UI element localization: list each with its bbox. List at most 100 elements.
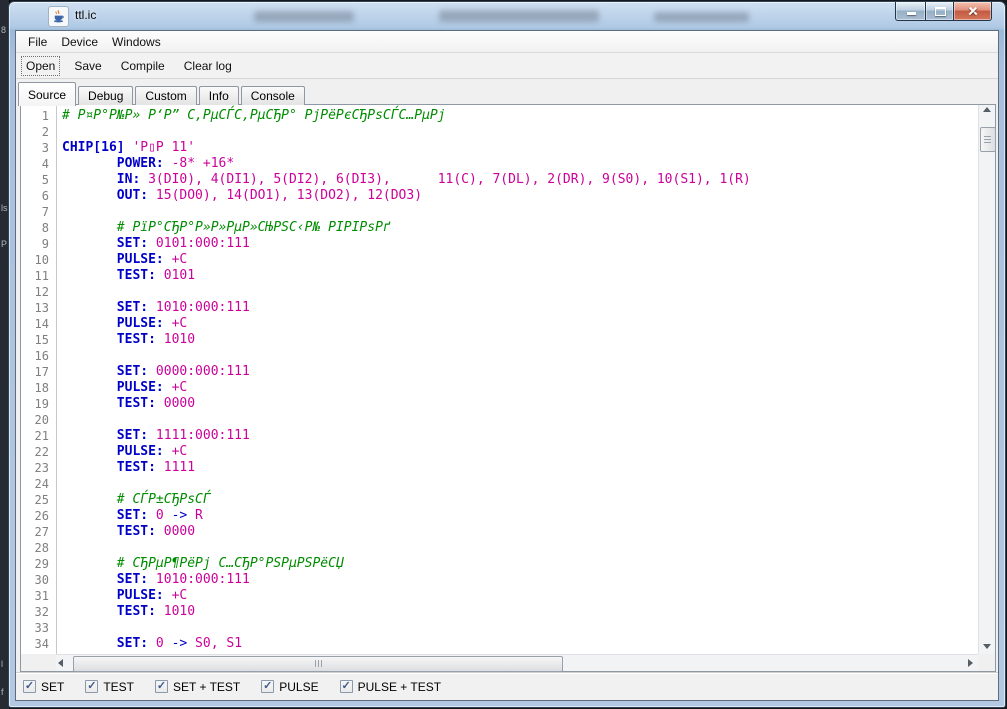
tab-info[interactable]: Info xyxy=(199,86,239,105)
code-keyword: POWER: xyxy=(62,156,164,171)
code-line: 33 xyxy=(21,620,978,636)
code-text: # РїР°СЂР°Р»Р»РµР»СЊРЅС‹Р№ РІРІРѕРґ xyxy=(62,220,391,236)
code-keyword: SET: xyxy=(62,572,148,587)
code-keyword: TEST: xyxy=(62,524,156,539)
menu-windows[interactable]: Windows xyxy=(105,33,168,51)
code-keyword: SET: xyxy=(62,236,148,251)
close-button[interactable] xyxy=(953,2,992,21)
code-line: 27 TEST: 0000 xyxy=(21,524,978,540)
code-text: TEST: 0101 xyxy=(62,268,195,284)
menu-file[interactable]: File xyxy=(21,33,54,51)
checkbox-set-test[interactable]: ✓SET + TEST xyxy=(155,680,240,694)
vertical-scrollbar[interactable] xyxy=(978,105,995,654)
restore-icon xyxy=(935,7,946,16)
tab-strip: SourceDebugCustomInfoConsole xyxy=(18,81,998,105)
gutter-separator xyxy=(56,105,57,654)
code-line: 3CHIP[16] 'Р▯Р 11' xyxy=(21,140,978,156)
code-text: CHIP[16] 'Р▯Р 11' xyxy=(62,140,195,156)
compile-button[interactable]: Compile xyxy=(116,56,170,76)
code-value: 1010 xyxy=(156,332,195,347)
horizontal-scroll-thumb[interactable] xyxy=(73,656,563,672)
clear-log-button[interactable]: Clear log xyxy=(179,56,237,76)
scroll-down-button[interactable] xyxy=(979,638,995,654)
tab-source[interactable]: Source xyxy=(18,82,76,106)
tab-debug[interactable]: Debug xyxy=(78,86,133,105)
titlebar-glass-reflection xyxy=(439,10,599,22)
menu-bar: FileDeviceWindows xyxy=(16,31,998,53)
checkbox-box[interactable]: ✓ xyxy=(23,680,36,693)
code-keyword: TEST: xyxy=(62,604,156,619)
code-line: 11 TEST: 0101 xyxy=(21,268,978,284)
checkbox-box[interactable]: ✓ xyxy=(85,680,98,693)
checkbox-box[interactable]: ✓ xyxy=(340,680,353,693)
save-button[interactable]: Save xyxy=(69,56,106,76)
code-keyword: TEST: xyxy=(62,396,156,411)
code-text: SET: 1010:000:111 xyxy=(62,300,250,316)
minimize-icon xyxy=(907,12,916,15)
vertical-scroll-thumb[interactable] xyxy=(980,127,996,152)
code-text: PULSE: +C xyxy=(62,444,187,460)
code-text: TEST: 1010 xyxy=(62,604,195,620)
checkbox-box[interactable]: ✓ xyxy=(261,680,274,693)
code-line: 23 TEST: 1111 xyxy=(21,460,978,476)
checkbox-pulse-test[interactable]: ✓PULSE + TEST xyxy=(340,680,441,694)
code-line: 26 SET: 0 -> R xyxy=(21,508,978,524)
titlebar-glass-reflection xyxy=(254,11,354,22)
code-text: TEST: 0000 xyxy=(62,524,195,540)
code-text: SET: 0000:000:111 xyxy=(62,364,250,380)
code-line: 13 SET: 1010:000:111 xyxy=(21,300,978,316)
code-text: POWER: -8* +16* xyxy=(62,156,234,172)
code-keyword: SET: xyxy=(62,508,148,523)
code-line: 22 PULSE: +C xyxy=(21,444,978,460)
code-line: 32 TEST: 1010 xyxy=(21,604,978,620)
java-coffee-cup-icon xyxy=(51,9,66,24)
code-text: TEST: 1010 xyxy=(62,332,195,348)
window-controls xyxy=(895,2,992,21)
horizontal-scrollbar[interactable] xyxy=(56,654,978,671)
tab-console[interactable]: Console xyxy=(241,86,305,105)
status-bar: ✓SET✓TEST✓SET + TEST✓PULSE✓PULSE + TEST xyxy=(16,672,998,700)
code-value: 1111:000:111 xyxy=(148,428,250,443)
code-line: 24 xyxy=(21,476,978,492)
code-value: 0 xyxy=(148,636,171,651)
scroll-up-button[interactable] xyxy=(979,105,995,121)
code-line: 31 PULSE: +C xyxy=(21,588,978,604)
open-button[interactable]: Open xyxy=(21,56,60,76)
code-text: # СЃР±СЂРѕСЃ xyxy=(62,492,211,508)
code-keyword: CHIP[16] xyxy=(62,140,125,155)
code-text: SET: 0 -> S0, S1 xyxy=(62,636,242,652)
menu-device[interactable]: Device xyxy=(54,33,105,51)
code-value: S0, S1 xyxy=(187,636,242,651)
checkbox-label: TEST xyxy=(103,680,134,694)
checkbox-test[interactable]: ✓ TEST xyxy=(85,680,134,694)
code-line: 7 xyxy=(21,204,978,220)
checkbox-set[interactable]: ✓SET xyxy=(23,680,64,694)
code-value: 0000 xyxy=(156,396,195,411)
code-text: # СЂРµР¶РёРј С…СЂР°РЅРµРЅРёСЏ xyxy=(62,556,344,572)
arrow-down-icon xyxy=(983,644,991,649)
restore-button[interactable] xyxy=(926,2,953,21)
code-editor[interactable]: 1# Р¤Р°Р№Р» Р‘Р” С‚РµСЃС‚РµСЂР° РјРёРєСЂ… xyxy=(21,105,978,654)
code-value: 0101 xyxy=(156,268,195,283)
code-value: +C xyxy=(164,444,187,459)
scroll-left-button[interactable] xyxy=(56,655,72,671)
tab-custom[interactable]: Custom xyxy=(135,86,196,105)
code-keyword: PULSE: xyxy=(62,380,164,395)
scrollbar-corner xyxy=(21,654,56,671)
code-comment: # Р¤Р°Р№Р» Р‘Р” С‚РµСЃС‚РµСЂР° РјРёРєСЂР… xyxy=(62,108,446,123)
minimize-button[interactable] xyxy=(895,2,926,21)
scroll-right-button[interactable] xyxy=(962,655,978,671)
checkbox-box[interactable]: ✓ xyxy=(155,680,168,693)
code-text: TEST: 0000 xyxy=(62,396,195,412)
title-bar[interactable]: ttl.ic xyxy=(9,2,1005,29)
code-keyword: SET: xyxy=(62,428,148,443)
code-keyword: SET: xyxy=(62,364,148,379)
code-value: 1111 xyxy=(156,460,195,475)
background-text-fragment: 8 xyxy=(1,26,6,35)
code-value: 15(DO0), 14(DO1), 13(DO2), 12(DO3) xyxy=(148,188,422,203)
close-icon xyxy=(967,5,979,17)
background-text-fragment: l xyxy=(1,660,3,669)
code-value: +C xyxy=(164,252,187,267)
code-value: -8* +16* xyxy=(164,156,234,171)
checkbox-pulse[interactable]: ✓PULSE xyxy=(261,680,318,694)
